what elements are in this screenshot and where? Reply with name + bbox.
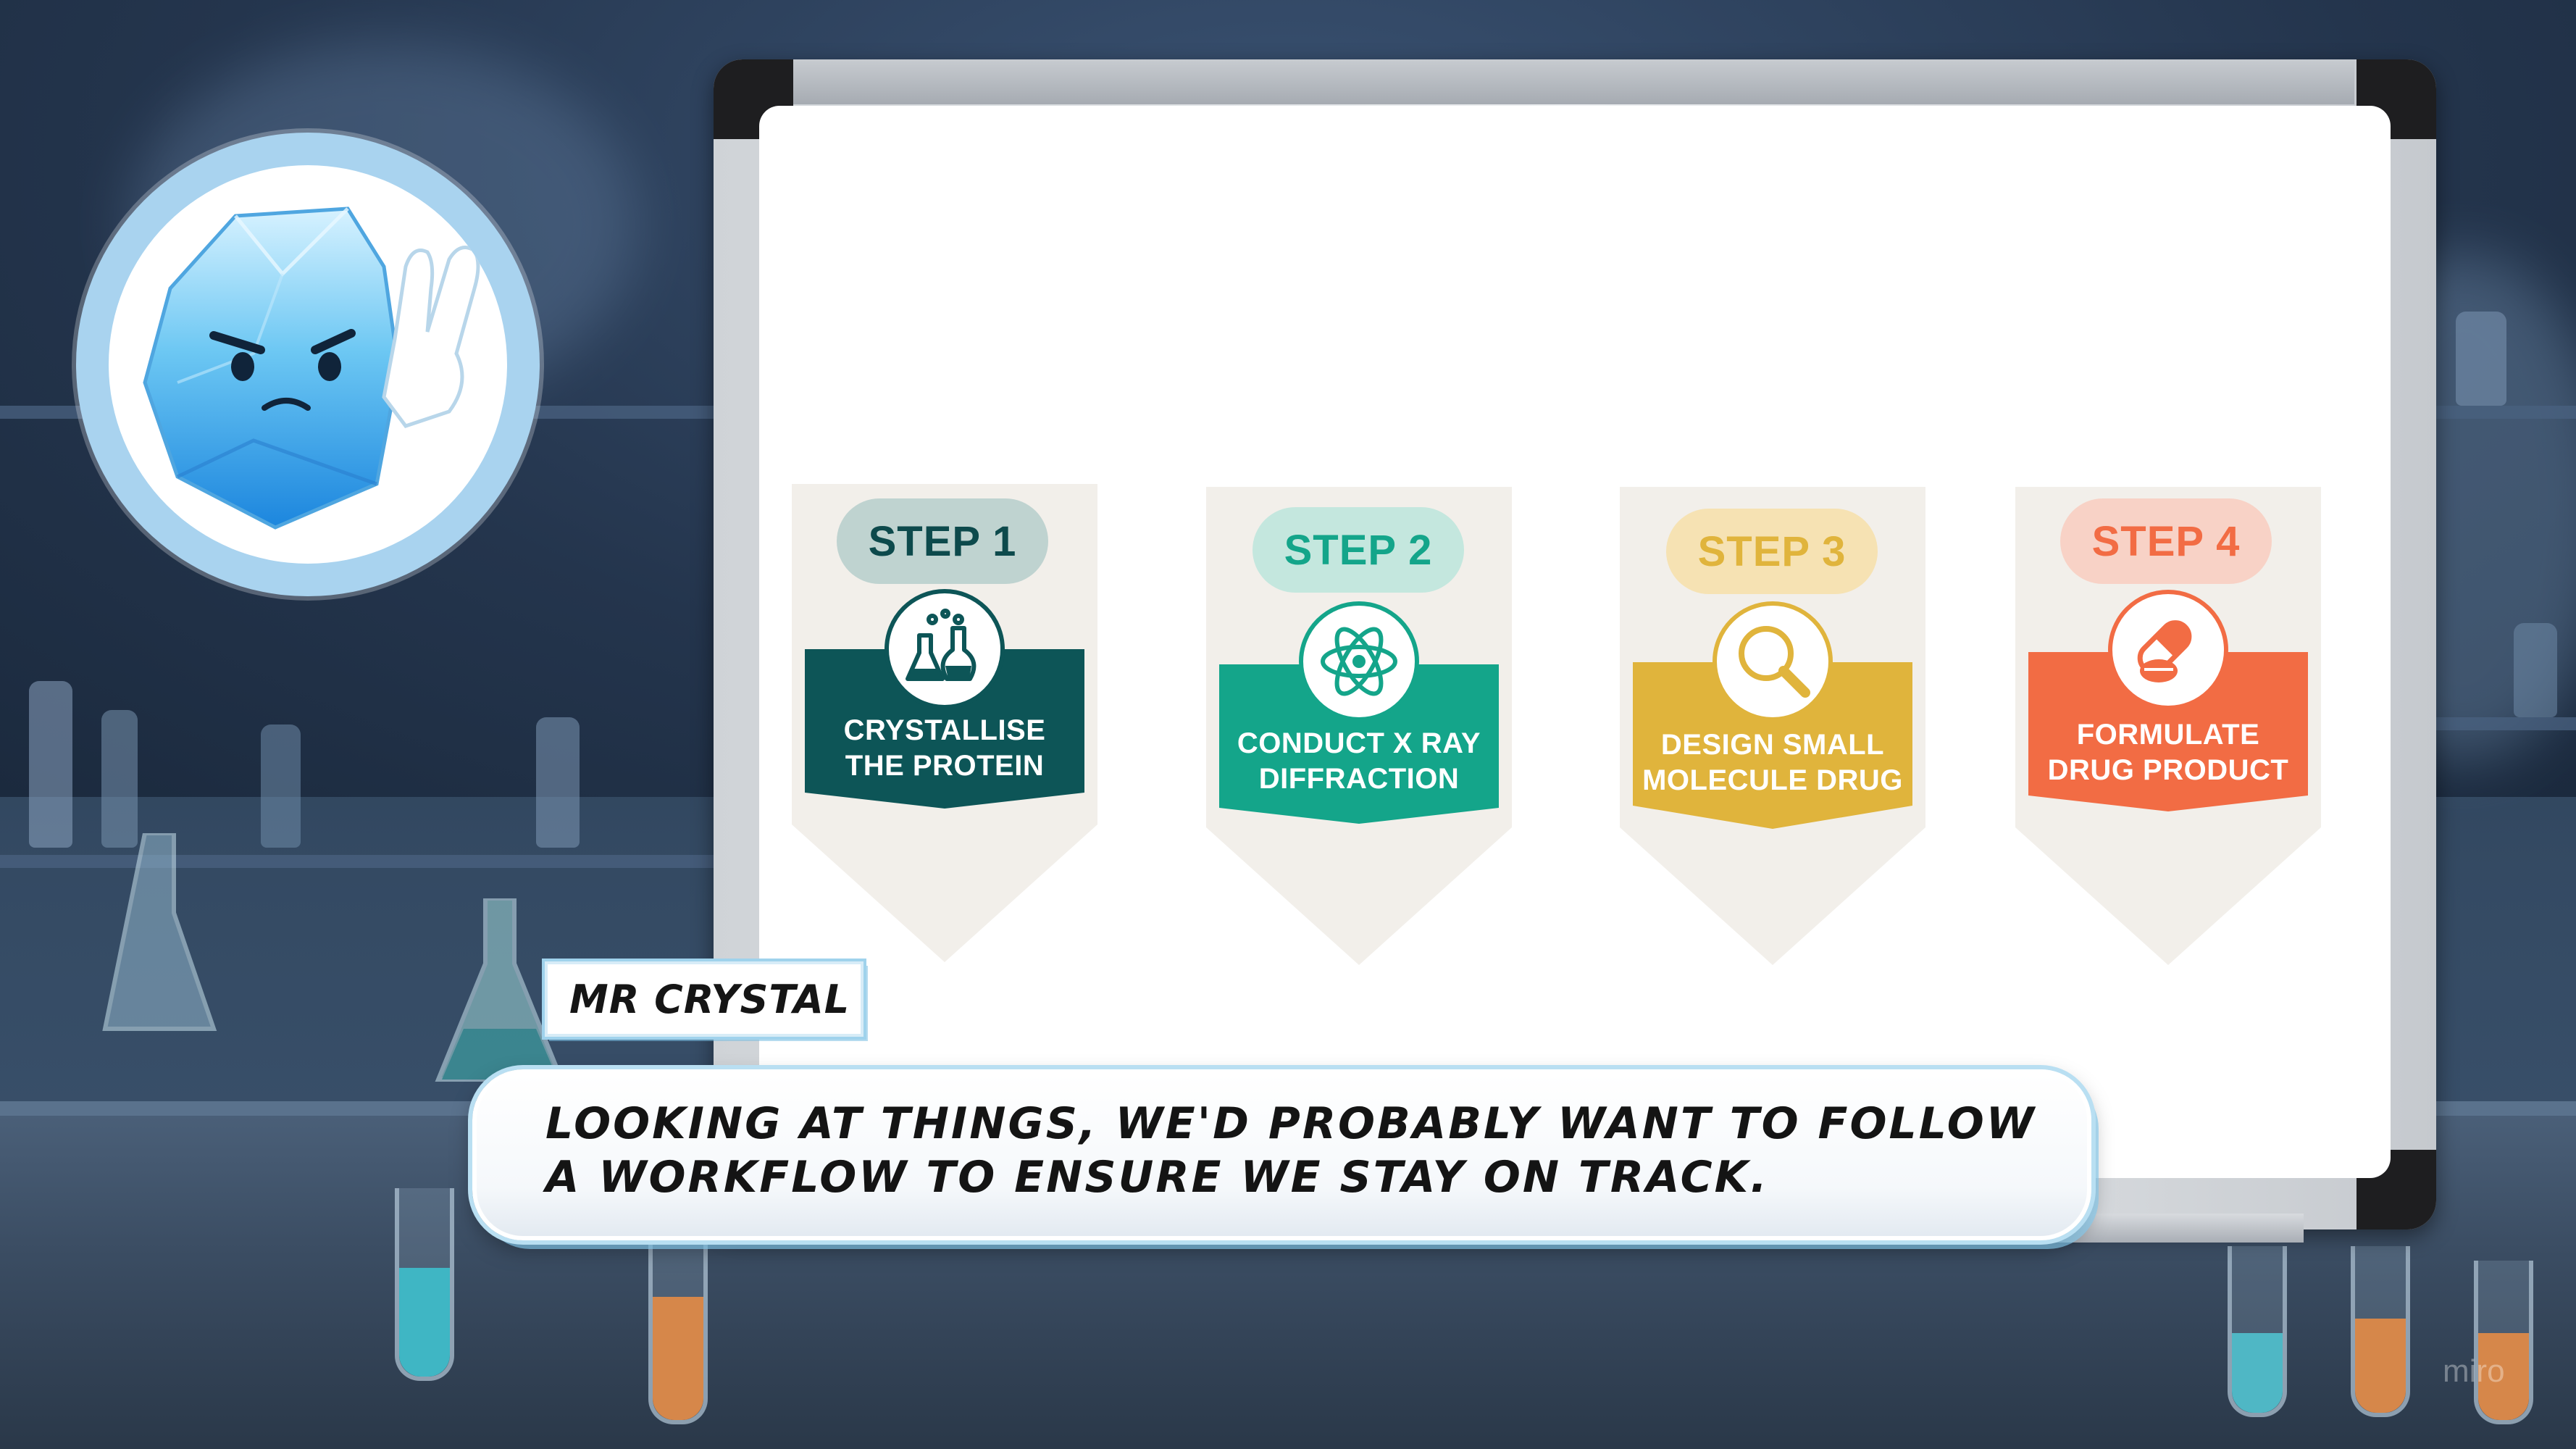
step-title-line: CRYSTALLISE bbox=[843, 714, 1046, 746]
background-shelf bbox=[2434, 717, 2576, 730]
test-tube bbox=[2228, 1246, 2287, 1417]
step-title: DESIGN SMALL MOLECULE DRUG bbox=[1633, 727, 1912, 798]
step-title-line: FORMULATE bbox=[2076, 719, 2260, 751]
visual-novel-scene: STEP 1 CRYSTALLISE THE PROTEIN STEP 2 CO… bbox=[0, 0, 2576, 1449]
step-title-line: DIFFRACTION bbox=[1258, 763, 1460, 795]
watermark: miro bbox=[2443, 1353, 2505, 1389]
background-bottle bbox=[536, 717, 580, 848]
character-portrait bbox=[109, 165, 507, 564]
workflow-step-1: STEP 1 CRYSTALLISE THE PROTEIN bbox=[792, 484, 1097, 962]
step-number-badge: STEP 4 bbox=[2060, 498, 2272, 584]
workflow-step-4: STEP 4 FORMULATE DRUG PRODUCT bbox=[2015, 487, 2321, 965]
step-number-badge: STEP 1 bbox=[837, 498, 1048, 584]
dialogue-box[interactable]: Looking at things, we'd probably want to… bbox=[472, 1069, 2091, 1240]
speaker-name-tag: Mr Crystal bbox=[545, 961, 863, 1037]
test-tube bbox=[2474, 1261, 2533, 1424]
workflow-step-2: STEP 2 CONDUCT X RAY DIFFRACTION bbox=[1206, 487, 1512, 965]
atom-icon bbox=[1299, 601, 1419, 722]
whiteboard-frame-top bbox=[790, 59, 2354, 104]
test-tube bbox=[648, 1232, 708, 1424]
pills-icon bbox=[2108, 590, 2228, 710]
background-bottle bbox=[261, 724, 301, 848]
dialogue-text: Looking at things, we'd probably want to… bbox=[545, 1098, 2036, 1203]
step-title-line: MOLECULE DRUG bbox=[1642, 764, 1903, 796]
step-title: CONDUCT X RAY DIFFRACTION bbox=[1219, 726, 1499, 797]
background-bottle bbox=[29, 681, 72, 848]
background-bottle bbox=[2456, 312, 2506, 406]
step-number-badge: STEP 2 bbox=[1253, 507, 1464, 593]
crystal-character-icon bbox=[143, 206, 480, 530]
step-title-line: DRUG PRODUCT bbox=[2047, 754, 2289, 786]
step-number-badge: STEP 3 bbox=[1666, 509, 1878, 594]
workflow-step-3: STEP 3 DESIGN SMALL MOLECULE DRUG bbox=[1620, 487, 1925, 965]
step-title: FORMULATE DRUG PRODUCT bbox=[2028, 717, 2308, 788]
step-title-line: THE PROTEIN bbox=[845, 750, 1045, 782]
background-flask bbox=[102, 833, 217, 1031]
test-tube bbox=[395, 1188, 454, 1381]
background-bottle bbox=[101, 710, 138, 848]
background-bottle bbox=[2514, 623, 2557, 717]
magnifier-icon bbox=[1713, 601, 1833, 722]
step-title-line: CONDUCT X RAY bbox=[1237, 727, 1481, 759]
step-title: CRYSTALLISE THE PROTEIN bbox=[805, 713, 1084, 784]
test-tube bbox=[2351, 1246, 2410, 1417]
step-title-line: DESIGN SMALL bbox=[1660, 729, 1885, 761]
background-shelf bbox=[2434, 406, 2576, 419]
speaker-name: Mr Crystal bbox=[569, 976, 850, 1022]
lab-flasks-icon bbox=[885, 589, 1005, 709]
